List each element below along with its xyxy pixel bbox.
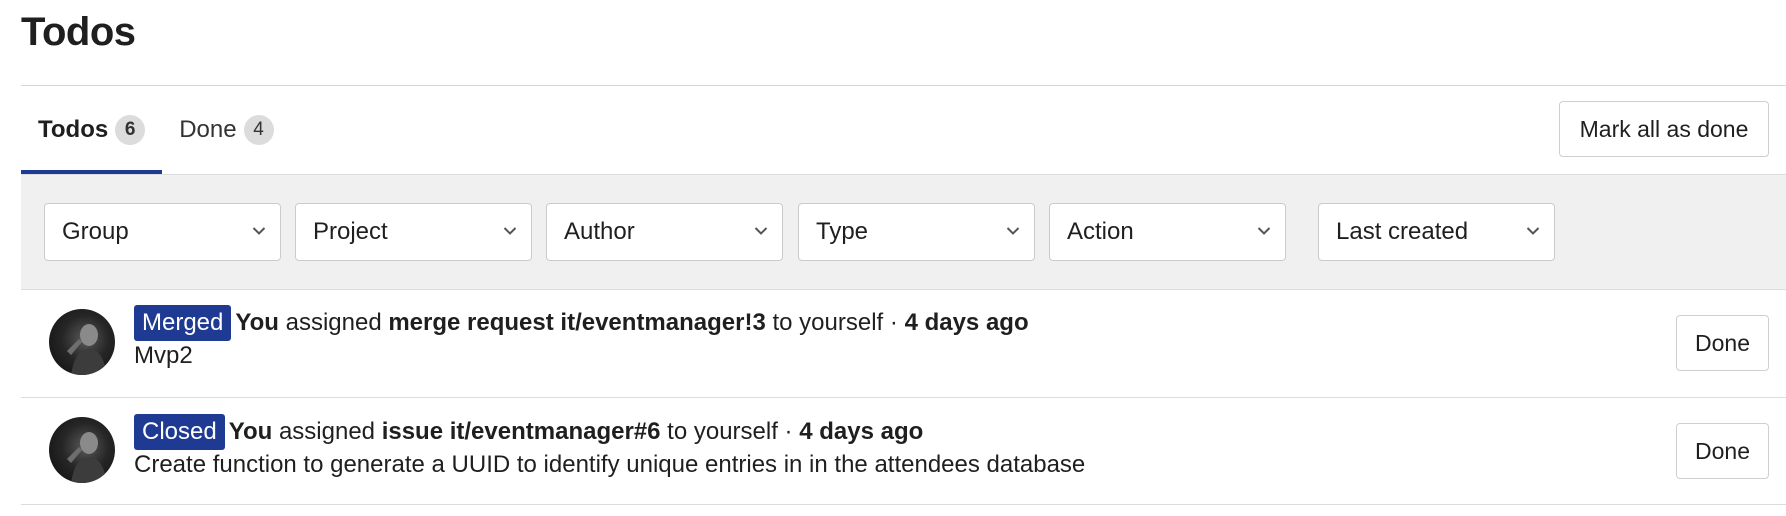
tab-done[interactable]: Done 4 xyxy=(162,86,290,174)
dropdown-label: Project xyxy=(313,218,388,245)
timestamp: 4 days ago xyxy=(799,418,924,445)
author-dropdown[interactable]: Author xyxy=(546,203,783,261)
todo-tabs: Todos 6 Done 4 xyxy=(21,86,291,174)
tab-todos[interactable]: Todos 6 xyxy=(21,86,163,174)
chevron-down-icon xyxy=(1006,227,1020,235)
todo-item: Closed You assigned issue it/eventmanage… xyxy=(21,398,1786,505)
target-link[interactable]: issue it/eventmanager#6 xyxy=(382,418,661,446)
chevron-down-icon xyxy=(1526,227,1540,235)
sort-dropdown[interactable]: Last created xyxy=(1318,203,1555,261)
chevron-down-icon xyxy=(754,227,768,235)
tab-label: Done xyxy=(179,116,237,143)
user-avatar xyxy=(67,324,107,375)
avatar[interactable] xyxy=(49,309,115,375)
done-button[interactable]: Done xyxy=(1676,315,1769,371)
status-badge: Merged xyxy=(134,305,232,341)
action-suffix: to yourself · xyxy=(667,418,793,445)
target-link[interactable]: merge request it/eventmanager!3 xyxy=(388,309,765,337)
group-dropdown[interactable]: Group xyxy=(44,203,281,261)
todos-page: Todos Todos 6 Done 4 Mark all as done Gr… xyxy=(0,0,1786,516)
dropdown-label: Last created xyxy=(1336,218,1469,245)
tab-label: Todos xyxy=(38,116,109,143)
todo-body[interactable]: Mvp2 xyxy=(134,342,193,370)
count-badge: 6 xyxy=(115,115,146,145)
mark-all-done-button[interactable]: Mark all as done xyxy=(1559,101,1769,157)
status-badge: Closed xyxy=(134,414,225,450)
done-button[interactable]: Done xyxy=(1676,423,1769,479)
timestamp: 4 days ago xyxy=(904,309,1029,336)
action-suffix: to yourself · xyxy=(772,309,898,336)
actor[interactable]: You xyxy=(235,309,279,337)
chevron-down-icon xyxy=(503,227,517,235)
action-verb: assigned xyxy=(278,418,376,445)
todo-body[interactable]: Create function to generate a UUID to id… xyxy=(134,451,1085,479)
page-title: Todos xyxy=(21,10,136,54)
todo-item: Merged You assigned merge request it/eve… xyxy=(21,289,1786,398)
dropdown-label: Author xyxy=(564,218,635,245)
user-avatar xyxy=(67,432,107,483)
project-dropdown[interactable]: Project xyxy=(295,203,532,261)
action-verb: assigned xyxy=(285,309,382,336)
action-dropdown[interactable]: Action xyxy=(1049,203,1286,261)
count-badge: 4 xyxy=(243,115,274,145)
dropdown-label: Group xyxy=(62,218,129,245)
dropdown-label: Action xyxy=(1067,218,1134,245)
dropdown-label: Type xyxy=(816,218,869,245)
todo-summary: Closed You assigned issue it/eventmanage… xyxy=(134,414,923,450)
chevron-down-icon xyxy=(1257,227,1271,235)
chevron-down-icon xyxy=(252,227,266,235)
actor[interactable]: You xyxy=(229,418,273,446)
filter-bar: Group Project Author Type Action Last cr… xyxy=(21,174,1786,290)
avatar[interactable] xyxy=(49,417,115,483)
type-dropdown[interactable]: Type xyxy=(798,203,1035,261)
todo-summary: Merged You assigned merge request it/eve… xyxy=(134,305,1029,341)
